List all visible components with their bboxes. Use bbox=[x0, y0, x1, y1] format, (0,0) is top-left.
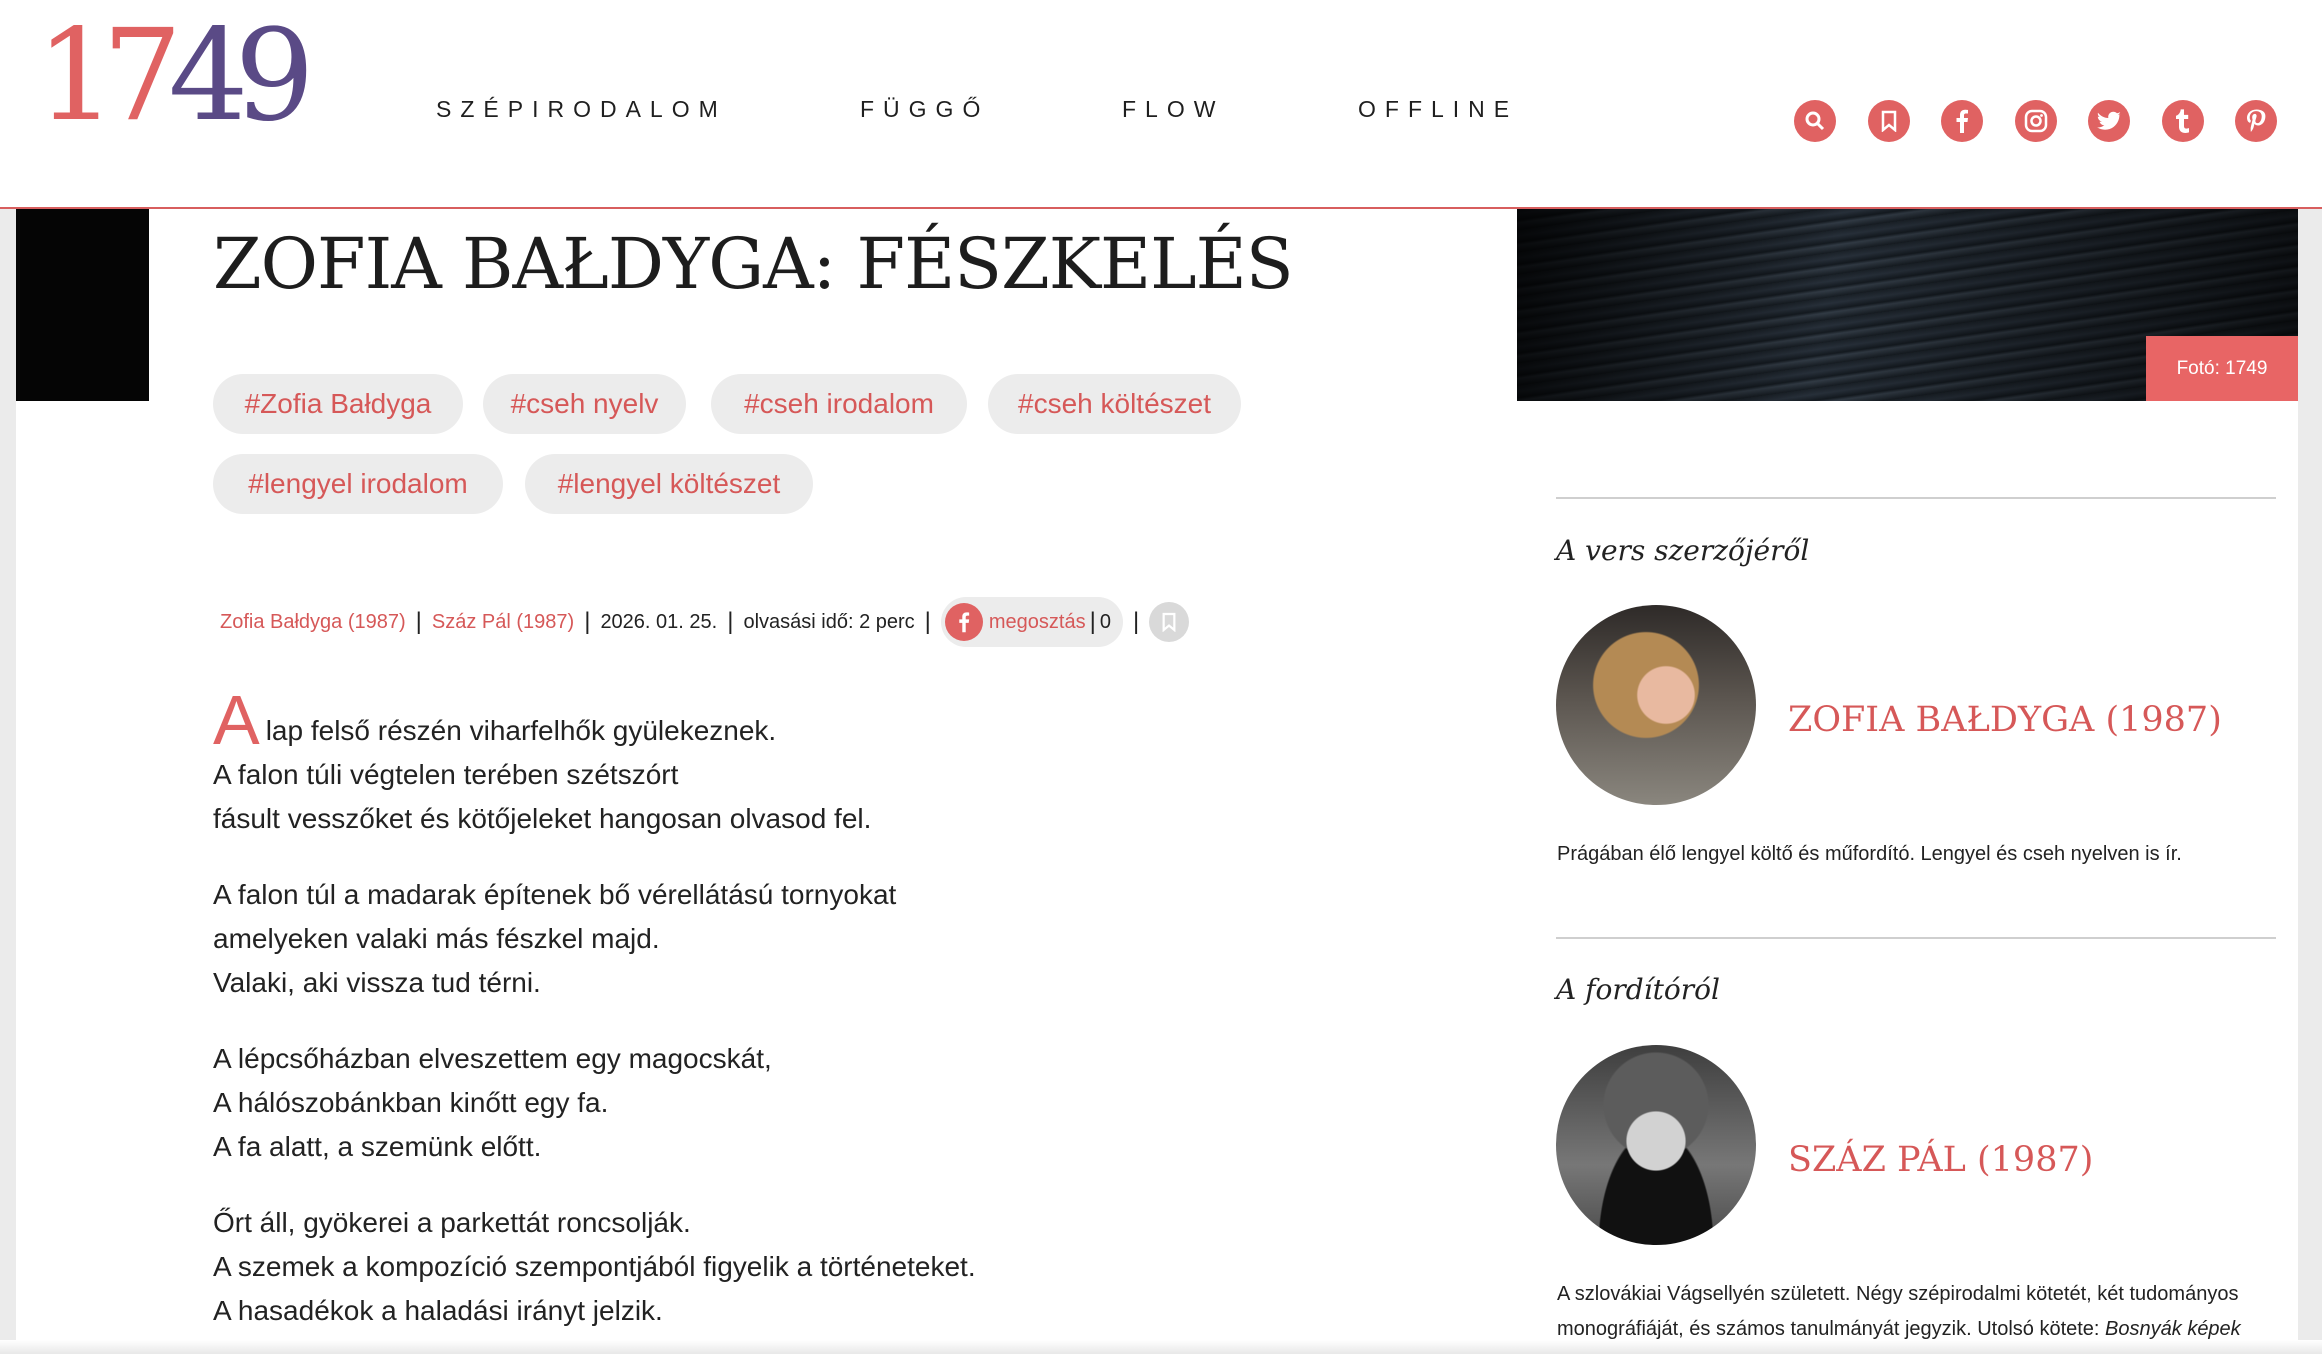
poem-line: A falon túli végtelen terében szétszórt bbox=[213, 759, 679, 790]
poem-line: amelyeken valaki más fészkel majd. bbox=[213, 923, 660, 954]
poem-line: A falon túl a madarak építenek bő vérell… bbox=[213, 879, 897, 910]
header-icons bbox=[1794, 100, 2277, 142]
meta-date: 2026. 01. 25. bbox=[600, 610, 718, 633]
author-bio: Prágában élő lengyel költő és műfordító.… bbox=[1557, 843, 2182, 865]
tag-cseh-irodalom[interactable]: #cseh irodalom bbox=[711, 374, 967, 434]
nav-fuggo[interactable]: FÜGGŐ bbox=[860, 96, 989, 123]
share-button[interactable]: megosztás | 0 bbox=[940, 597, 1123, 647]
poem-line: A fa alatt, a szemünk előtt. bbox=[213, 1131, 542, 1162]
translator-bio: A szlovákiai Vágsellyén született. Négy … bbox=[1557, 1277, 2277, 1347]
sidebar-divider bbox=[1556, 497, 2276, 499]
poem-line: A lépcsőházban elveszettem egy magocskát… bbox=[213, 1043, 772, 1074]
tag-lengyel-irodalom[interactable]: #lengyel irodalom bbox=[213, 454, 503, 514]
translator-section-heading: A fordítóról bbox=[1556, 973, 1720, 1006]
drop-cap: A bbox=[213, 681, 260, 759]
poem-line: Alap felső részén viharfelhők gyülekezne… bbox=[213, 685, 1413, 755]
logo-part-1: 17 bbox=[36, 2, 182, 149]
meta-separator: | bbox=[1132, 608, 1140, 635]
twitter-icon[interactable] bbox=[2088, 100, 2130, 142]
sidebar-divider bbox=[1556, 937, 2276, 939]
meta-separator: | bbox=[1089, 608, 1096, 635]
author-section-heading: A vers szerzőjéről bbox=[1556, 534, 1810, 567]
meta-separator: | bbox=[415, 608, 422, 635]
poem-line-text: lap felső részén viharfelhők gyülekeznek… bbox=[265, 715, 777, 746]
instagram-icon[interactable] bbox=[2014, 100, 2057, 142]
meta-translator-link[interactable]: Száz Pál (1987) bbox=[432, 611, 574, 634]
meta-author-link[interactable]: Zofia Bałdyga (1987) bbox=[220, 611, 406, 634]
author-avatar[interactable] bbox=[1556, 605, 1756, 805]
logo-part-2: 49 bbox=[168, 2, 314, 149]
site-header: 1749 SZÉPIRODALOM FÜGGŐ FLOW OFFLINE bbox=[0, 0, 2322, 209]
meta-separator: | bbox=[584, 608, 591, 635]
tag-cseh-nyelv[interactable]: #cseh nyelv bbox=[483, 374, 686, 434]
bookmark-article-button[interactable] bbox=[1149, 602, 1190, 642]
search-icon[interactable] bbox=[1794, 100, 1836, 142]
poem-line: Valaki, aki vissza tud térni. bbox=[213, 967, 541, 998]
bookmark-icon[interactable] bbox=[1867, 100, 1910, 142]
tumblr-icon[interactable] bbox=[2161, 100, 2204, 142]
poem-stanza: Alap felső részén viharfelhők gyülekezne… bbox=[213, 685, 1413, 841]
facebook-icon bbox=[944, 603, 983, 641]
nav-offline[interactable]: OFFLINE bbox=[1358, 96, 1518, 123]
translator-avatar[interactable] bbox=[1556, 1045, 1756, 1245]
poem-line: A hálószobánkban kinőtt egy fa. bbox=[213, 1087, 609, 1118]
meta-reading-time: olvasási idő: 2 perc bbox=[743, 610, 915, 633]
bottom-fade bbox=[0, 1340, 2322, 1354]
site-logo[interactable]: 1749 bbox=[36, 13, 315, 139]
page-gutter-left bbox=[0, 208, 16, 1354]
tag-zofia-baldyga[interactable]: #Zofia Bałdyga bbox=[213, 374, 463, 434]
poem-body: Alap felső részén viharfelhők gyülekezne… bbox=[213, 685, 1413, 1365]
article-meta: Zofia Bałdyga (1987) | Száz Pál (1987) |… bbox=[220, 597, 1190, 647]
poem-stanza: Őrt áll, gyökerei a parkettát roncsolják… bbox=[213, 1201, 1413, 1333]
meta-separator: | bbox=[924, 608, 931, 635]
poem-line: A hasadékok a haladási irányt jelzik. bbox=[213, 1295, 663, 1326]
meta-separator: | bbox=[727, 608, 734, 635]
share-label: megosztás bbox=[988, 610, 1086, 633]
hero-image-left bbox=[16, 208, 149, 401]
translator-last-book: Bosnyák képek bbox=[2105, 1318, 2241, 1340]
poem-line: fásult vesszőket és kötőjeleket hangosan… bbox=[213, 803, 872, 834]
author-name-link[interactable]: ZOFIA BAŁDYGA (1987) bbox=[1788, 700, 2222, 740]
poem-line: Őrt áll, gyökerei a parkettát roncsolják… bbox=[213, 1207, 691, 1238]
nav-szepirodalom[interactable]: SZÉPIRODALOM bbox=[436, 96, 727, 123]
bookmark-icon bbox=[1162, 612, 1176, 632]
translator-name-link[interactable]: SZÁZ PÁL (1987) bbox=[1788, 1140, 2093, 1180]
nav-flow[interactable]: FLOW bbox=[1122, 96, 1224, 123]
pinterest-icon[interactable] bbox=[2235, 100, 2277, 142]
poem-stanza: A lépcsőházban elveszettem egy magocskát… bbox=[213, 1037, 1413, 1169]
poem-line: A szemek a kompozíció szempontjából figy… bbox=[213, 1251, 976, 1282]
share-count: 0 bbox=[1099, 610, 1111, 633]
page-gutter-right bbox=[2298, 208, 2322, 1354]
poem-stanza: A falon túl a madarak építenek bő vérell… bbox=[213, 873, 1413, 1005]
article-title: ZOFIA BAŁDYGA: FÉSZKELÉS bbox=[213, 223, 1294, 305]
photo-credit: Fotó: 1749 bbox=[2146, 336, 2298, 401]
tag-lengyel-kolteszet[interactable]: #lengyel költészet bbox=[525, 454, 813, 514]
tag-cseh-kolteszet[interactable]: #cseh költészet bbox=[988, 374, 1241, 434]
facebook-icon[interactable] bbox=[1941, 100, 1983, 142]
